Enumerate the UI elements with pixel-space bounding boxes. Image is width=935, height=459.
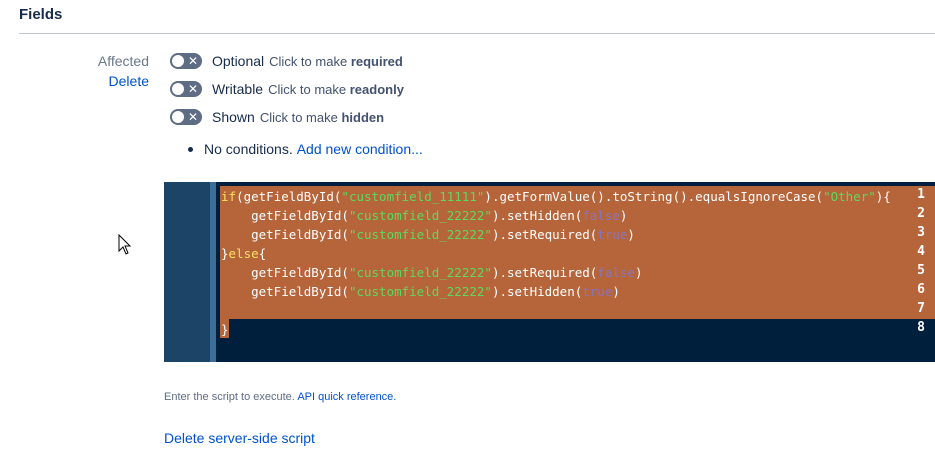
toggle-hint[interactable]: Click to make readonly <box>268 82 404 97</box>
code-token: "customfield_22222" <box>348 265 492 280</box>
code-token: false <box>597 265 635 280</box>
code-line: if(getFieldById("customfield_11111").get… <box>221 187 891 206</box>
code-token: getFieldById( <box>221 208 349 223</box>
toggle-label: Writable <box>212 81 264 97</box>
code-token: if <box>221 189 237 204</box>
close-icon: ✕ <box>187 54 198 68</box>
toggle-hint-prefix: Click to make <box>259 109 338 125</box>
code-token: ) <box>612 284 620 299</box>
toggle-label: Optional <box>212 53 265 69</box>
code-token: ) <box>634 265 643 280</box>
writable-toggle[interactable]: ✕ <box>170 81 202 97</box>
toggle-hint-strong: hidden <box>341 109 385 125</box>
code-token: ) <box>619 208 628 223</box>
code-line: } <box>221 320 229 339</box>
code-token: "Other" <box>823 189 876 204</box>
code-token: ).setRequired( <box>491 227 598 242</box>
section-divider <box>19 33 935 34</box>
code-token: else <box>228 246 259 261</box>
line-number: 4 <box>917 244 925 259</box>
toggle-hint-prefix: Click to make <box>269 53 348 69</box>
toggle-hint-strong: readonly <box>349 81 404 97</box>
toggle-hint[interactable]: Click to make hidden <box>260 110 384 125</box>
add-condition-link[interactable]: Add new condition... <box>297 141 423 157</box>
code-token: true <box>597 227 628 242</box>
section-title: Fields <box>19 6 63 23</box>
line-number: 2 <box>917 206 925 221</box>
code-token: } <box>221 322 229 337</box>
code-token: getFieldById( <box>221 227 349 242</box>
api-reference-link[interactable]: API quick reference. <box>297 391 396 403</box>
toggle-hint-prefix: Click to make <box>268 81 347 97</box>
toggle-knob <box>172 83 184 95</box>
code-token: "customfield_22222" <box>348 208 492 223</box>
toggle-row-writable: ✕ Writable Click to make readonly <box>170 79 404 99</box>
code-line: getFieldById("customfield_22222").setReq… <box>221 225 635 244</box>
code-token: "customfield_22222" <box>348 227 492 242</box>
code-token: "customfield_22222" <box>348 284 492 299</box>
script-editor[interactable]: 1 2 3 4 5 6 7 8 if(getFieldById("customfield_111… <box>164 182 935 362</box>
code-token: ) <box>627 227 635 242</box>
code-token: getFieldById( <box>221 284 349 299</box>
line-number: 7 <box>917 301 925 316</box>
toggle-knob <box>172 55 184 67</box>
line-number: 6 <box>917 282 925 297</box>
code-token: ).setRequired( <box>491 265 598 280</box>
code-line: getFieldById("customfield_22222").setHid… <box>221 282 620 301</box>
code-token: true <box>582 284 613 299</box>
line-number: 8 <box>917 320 925 335</box>
toggle-knob <box>172 111 184 123</box>
code-token: } <box>221 246 229 261</box>
shown-toggle[interactable]: ✕ <box>170 109 202 125</box>
code-token: getFieldById( <box>221 265 349 280</box>
script-help-text: Enter the script to execute. API quick r… <box>164 391 396 403</box>
close-icon: ✕ <box>187 110 198 124</box>
code-token: { <box>258 246 267 261</box>
code-line: }else{ <box>221 244 266 263</box>
mouse-cursor-icon <box>118 233 132 261</box>
toggle-hint-strong: required <box>350 53 403 69</box>
toggle-hint[interactable]: Click to make required <box>269 54 403 69</box>
line-number: 5 <box>917 263 925 278</box>
code-token: ){ <box>875 189 891 204</box>
code-token: "customfield_11111" <box>341 189 485 204</box>
line-number: 3 <box>917 225 925 240</box>
code-token: ).setHidden( <box>491 284 583 299</box>
bullet <box>188 146 193 152</box>
code-token: ).getFormValue().toString().equalsIgnore… <box>484 189 824 204</box>
help-text: Enter the script to execute. <box>164 391 295 403</box>
field-delete-link[interactable]: Delete <box>109 73 149 89</box>
code-line: getFieldById("customfield_22222").setReq… <box>221 263 642 282</box>
code-line: getFieldById("customfield_22222").setHid… <box>221 206 627 225</box>
line-number: 1 <box>917 187 925 202</box>
code-token: false <box>582 208 620 223</box>
optional-toggle[interactable]: ✕ <box>170 53 202 69</box>
line-number-gutter <box>164 182 216 362</box>
code-token: (getFieldById( <box>236 189 342 204</box>
code-token: ).setHidden( <box>491 208 583 223</box>
toggle-row-shown: ✕ Shown Click to make hidden <box>170 107 384 127</box>
toggle-label: Shown <box>212 109 255 125</box>
delete-script-link[interactable]: Delete server-side script <box>164 430 315 446</box>
toggle-row-optional: ✕ Optional Click to make required <box>170 51 403 71</box>
conditions-text: No conditions. <box>204 141 293 157</box>
close-icon: ✕ <box>187 82 198 96</box>
field-name-label: Affected <box>97 53 149 69</box>
conditions-list-item: No conditions. Add new condition... <box>188 141 423 157</box>
